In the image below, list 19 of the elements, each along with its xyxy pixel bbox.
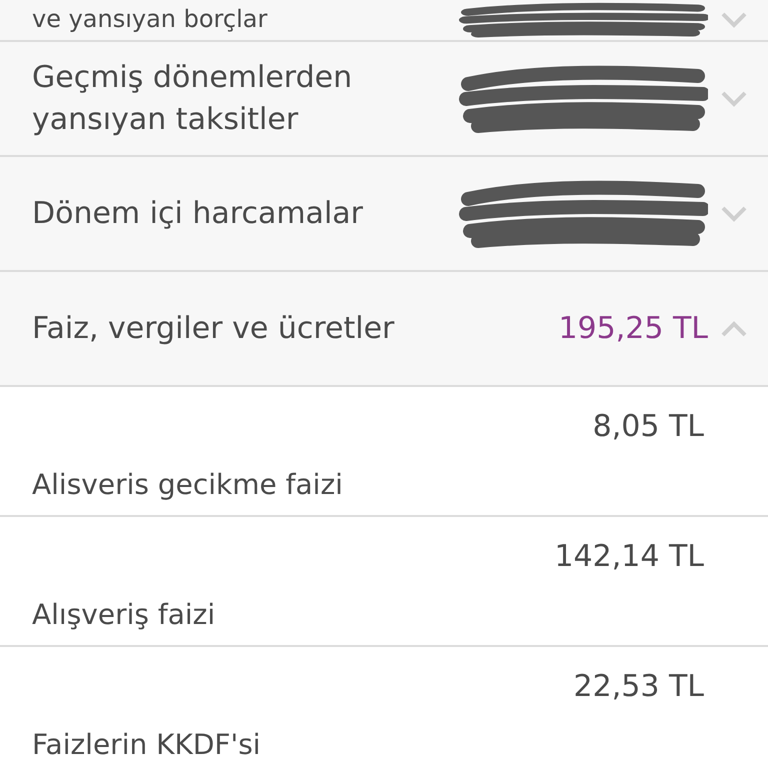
summary-row[interactable]: Dönem içi harcamalar	[0, 157, 768, 272]
detail-label: Alisveris gecikme faizi	[32, 468, 344, 501]
summary-row[interactable]: ve yansıyan borçlar	[0, 0, 768, 42]
row-label: Faiz, vergiler ve ücretler	[32, 310, 396, 348]
detail-amount: 8,05 TL	[592, 409, 704, 444]
chevron-down-icon[interactable]	[720, 11, 748, 29]
row-label: Geçmiş dönemlerden yansıyan taksitler	[32, 58, 354, 138]
chevron-down-icon[interactable]	[720, 90, 748, 108]
row-label: ve yansıyan borçlar	[32, 4, 268, 36]
summary-row[interactable]: Faiz, vergiler ve ücretler 195,25 TL	[0, 272, 768, 387]
row-label: Dönem içi harcamalar	[32, 194, 364, 232]
detail-label: Alışveriş faizi	[32, 598, 216, 631]
chevron-up-icon[interactable]	[720, 320, 748, 338]
detail-label: Faizlerin KKDF'si	[32, 728, 262, 761]
chevron-down-icon[interactable]	[720, 204, 748, 222]
summary-row[interactable]: Geçmiş dönemlerden yansıyan taksitler	[0, 42, 768, 157]
row-amount: 195,25 TL	[558, 311, 708, 346]
detail-amount: 22,53 TL	[574, 669, 704, 704]
detail-amount: 142,14 TL	[554, 539, 704, 574]
